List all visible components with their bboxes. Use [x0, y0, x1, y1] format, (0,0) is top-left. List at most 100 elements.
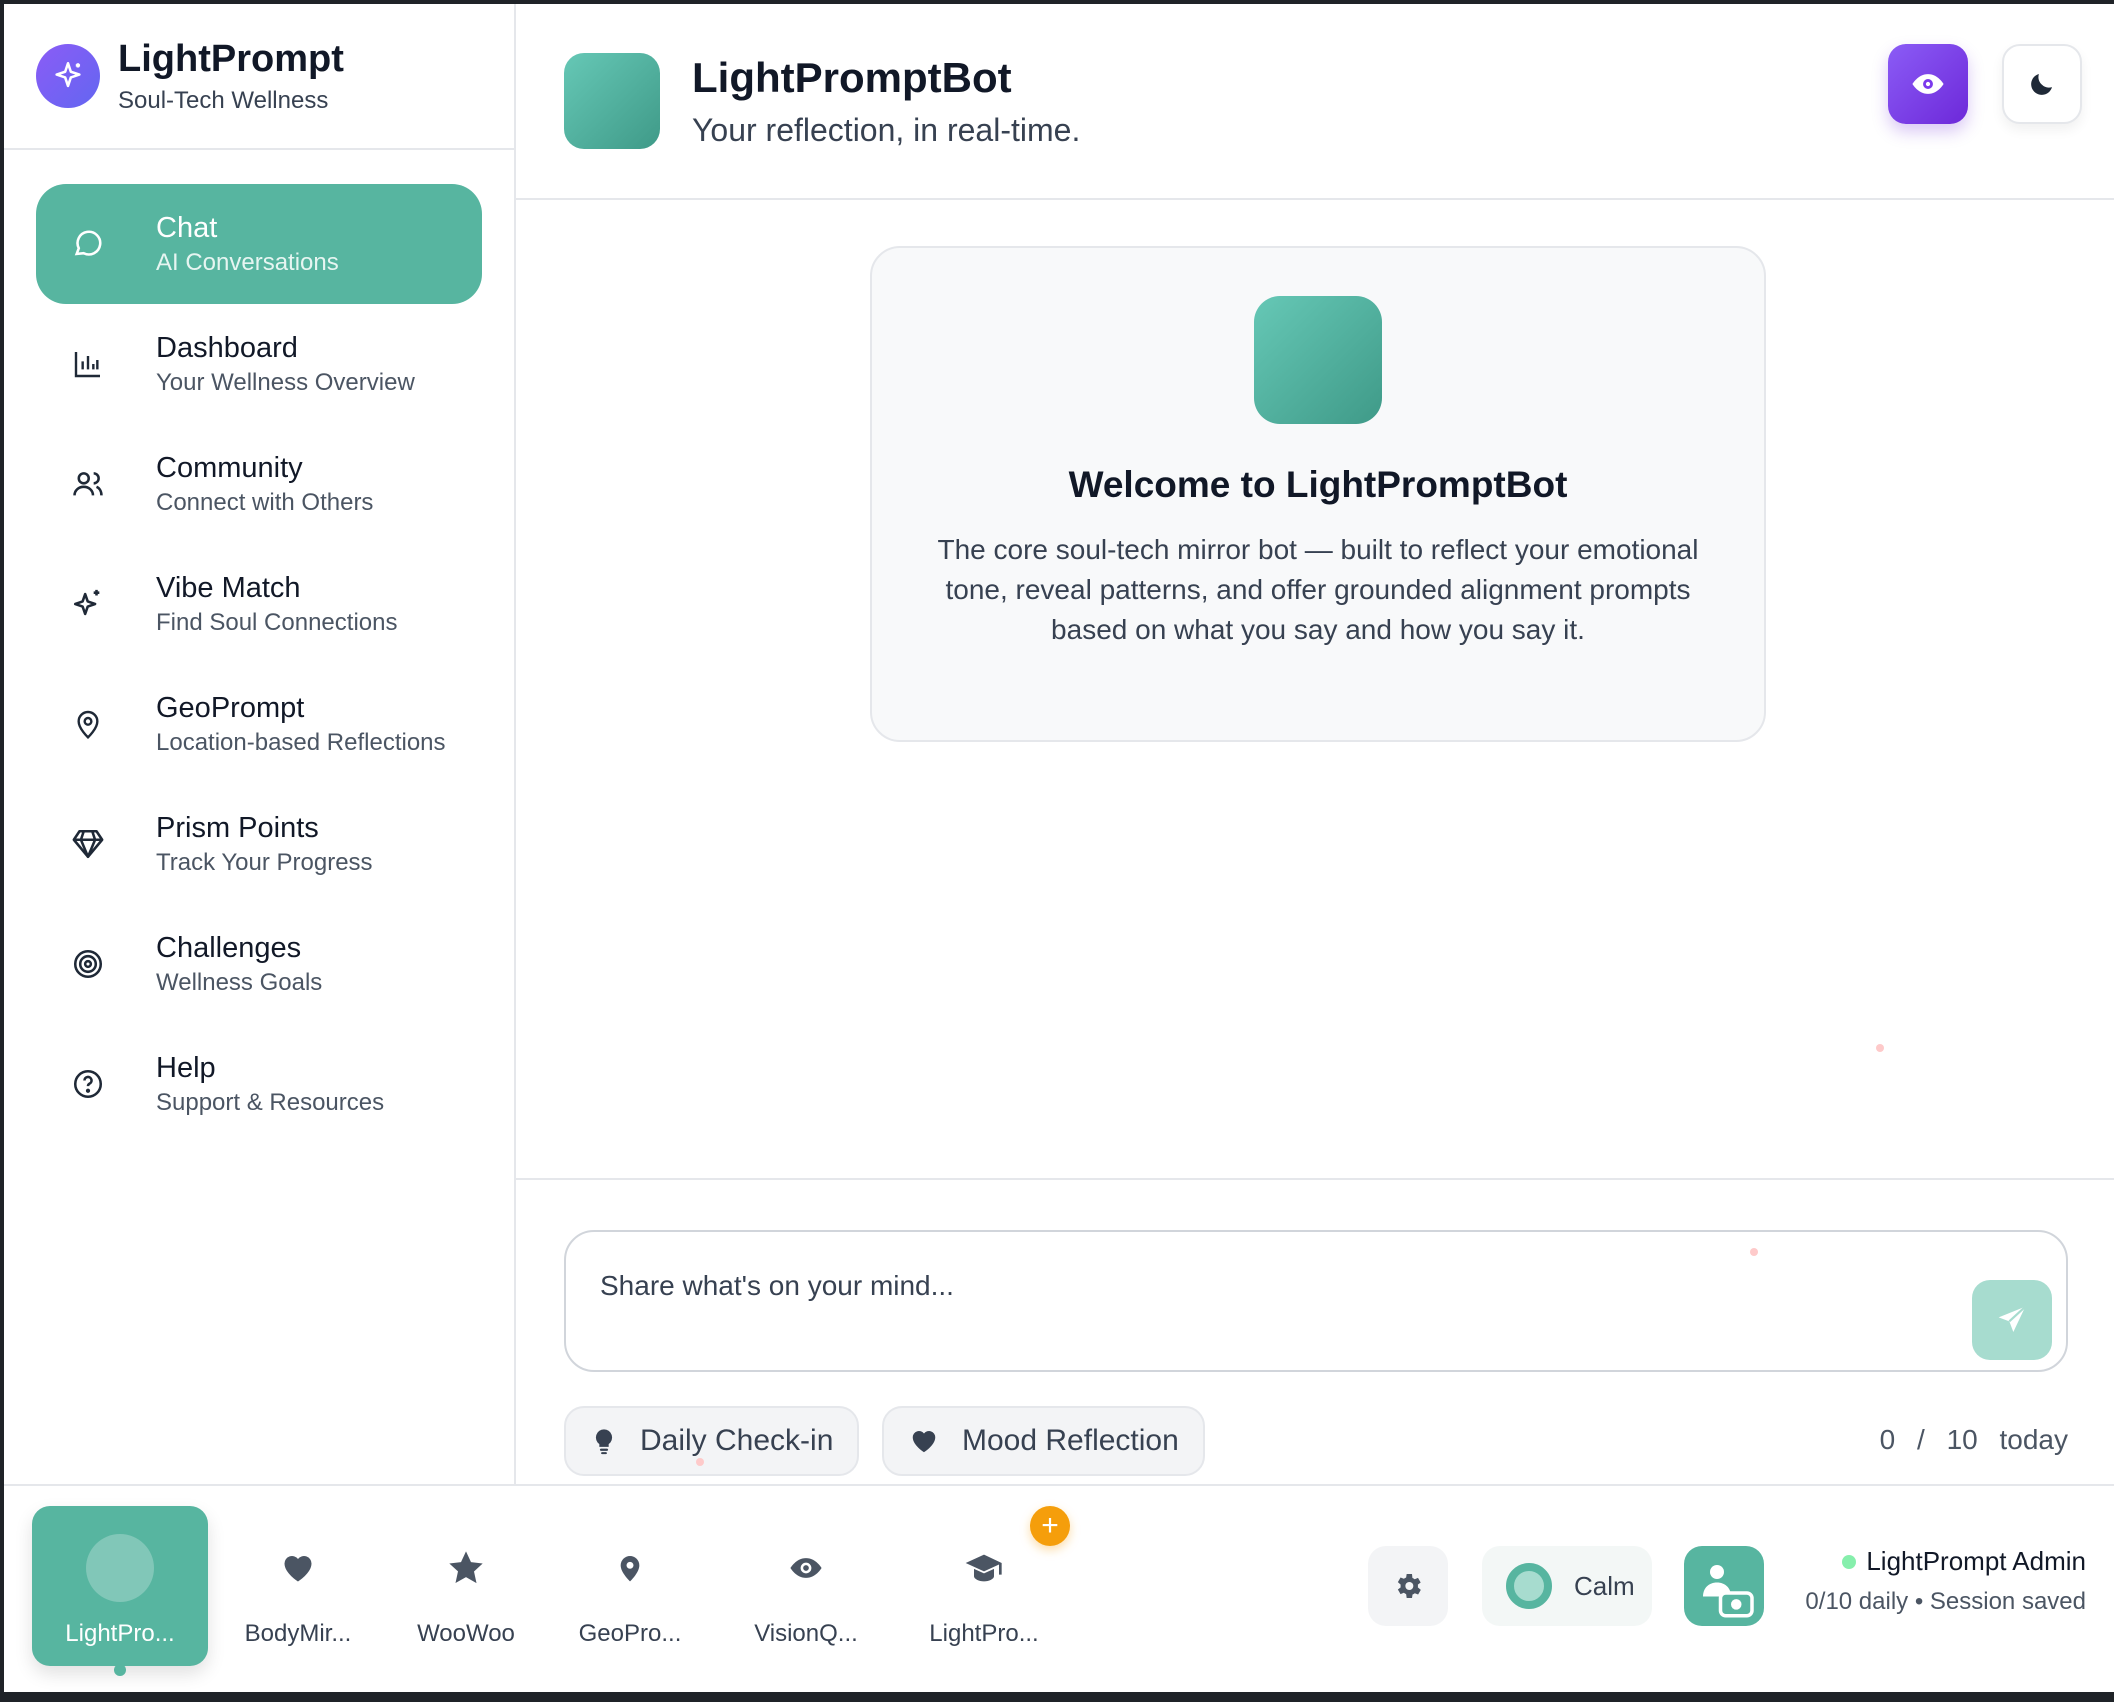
- mood-reflection-chip[interactable]: Mood Reflection: [882, 1406, 1205, 1476]
- heart-icon: [278, 1530, 318, 1606]
- gear-icon: [1397, 1574, 1421, 1598]
- message-input[interactable]: [600, 1270, 1900, 1302]
- sidebar-item-subtitle: Your Wellness Overview: [156, 369, 415, 396]
- chip-label: Mood Reflection: [962, 1424, 1179, 1457]
- sidebar-item-title: GeoPrompt: [156, 692, 305, 724]
- app-tile-label: BodyMir...: [244, 1620, 352, 1647]
- app-tile-lightprompt[interactable]: LightPro...: [32, 1506, 208, 1676]
- dark-mode-button[interactable]: [2002, 44, 2082, 124]
- sidebar-item-title: Chat: [156, 212, 218, 244]
- sidebar-item-vibe-match[interactable]: Vibe Match Find Soul Connections: [36, 544, 482, 664]
- sidebar-item-title: Community: [156, 452, 303, 484]
- composer-area: Daily Check-in Mood Reflection 0 / 10 to…: [516, 1178, 2114, 1484]
- sidebar-item-subtitle: Track Your Progress: [156, 849, 373, 876]
- vision-toggle-button[interactable]: [1888, 44, 1968, 124]
- chat-header: LightPromptBot Your reflection, in real-…: [516, 4, 2114, 200]
- sidebar-item-help[interactable]: Help Support & Resources: [36, 1024, 482, 1144]
- counter-used: 0: [1879, 1424, 1896, 1455]
- decorative-dot: [1876, 1044, 1884, 1052]
- target-icon: [60, 936, 116, 992]
- lightbulb-icon: [590, 1426, 618, 1456]
- brand-title: LightPrompt: [118, 38, 344, 80]
- bot-avatar: [564, 53, 660, 149]
- sidebar-item-title: Prism Points: [156, 812, 319, 844]
- sidebar-item-subtitle: Find Soul Connections: [156, 609, 398, 636]
- mood-label: Calm: [1574, 1570, 1635, 1601]
- counter-separator: /: [1917, 1424, 1925, 1455]
- sidebar-item-subtitle: Support & Resources: [156, 1089, 385, 1116]
- user-session-status: 0/10 daily • Session saved: [1805, 1588, 2086, 1615]
- user-name: LightPrompt Admin: [1842, 1546, 2086, 1577]
- app-window: LightPrompt Soul-Tech Wellness Chat AI C…: [4, 4, 2114, 1692]
- welcome-title: Welcome to LightPromptBot: [1068, 464, 1568, 505]
- counter-unit: today: [1999, 1424, 2069, 1455]
- user-camera-icon: [1703, 1565, 1754, 1618]
- app-tile-label: VisionQ...: [754, 1620, 858, 1647]
- diamond-icon: [60, 816, 116, 872]
- daily-message-counter: 0 / 10 today: [1880, 1424, 2068, 1456]
- sidebar-item-dashboard[interactable]: Dashboard Your Wellness Overview: [36, 304, 482, 424]
- users-icon: [60, 456, 116, 512]
- brand-header: LightPrompt Soul-Tech Wellness: [4, 4, 514, 150]
- sidebar-item-title: Challenges: [156, 932, 302, 964]
- chat-main: LightPromptBot Your reflection, in real-…: [516, 4, 2114, 1484]
- map-pin-icon: [614, 1530, 646, 1606]
- help-circle-icon: [60, 1056, 116, 1112]
- app-tile-woowoo[interactable]: WooWoo: [378, 1506, 554, 1666]
- sidebar-item-subtitle: Location-based Reflections: [156, 729, 446, 756]
- app-tile-geoprompt[interactable]: GeoPro...: [542, 1506, 718, 1666]
- active-indicator: [114, 1664, 126, 1676]
- sidebar-item-subtitle: AI Conversations: [156, 249, 339, 276]
- star-icon: [446, 1530, 486, 1606]
- online-status-dot: [1842, 1554, 1857, 1569]
- add-app-badge[interactable]: +: [1030, 1506, 1070, 1546]
- sidebar-item-chat[interactable]: Chat AI Conversations: [36, 184, 482, 304]
- mood-ring-icon: [1506, 1563, 1552, 1609]
- app-tile-label: GeoPro...: [578, 1620, 682, 1647]
- sidebar-item-subtitle: Connect with Others: [156, 489, 374, 516]
- sidebar-nav: Chat AI Conversations Dashboard Your Wel…: [4, 150, 514, 1144]
- heart-icon: [908, 1426, 940, 1456]
- sparkle-logo-icon: [36, 44, 100, 108]
- counter-limit: 10: [1946, 1424, 1978, 1455]
- sidebar: LightPrompt Soul-Tech Wellness Chat AI C…: [4, 4, 516, 1484]
- sidebar-item-title: Dashboard: [156, 332, 298, 364]
- welcome-card: Welcome to LightPromptBot The core soul-…: [870, 246, 1766, 742]
- sidebar-item-challenges[interactable]: Challenges Wellness Goals: [36, 904, 482, 1024]
- bot-tagline: Your reflection, in real-time.: [692, 111, 1081, 148]
- sidebar-item-community[interactable]: Community Connect with Others: [36, 424, 482, 544]
- eye-icon: [785, 1530, 827, 1606]
- map-pin-icon: [60, 696, 116, 752]
- sidebar-item-prism-points[interactable]: Prism Points Track Your Progress: [36, 784, 482, 904]
- sidebar-item-subtitle: Wellness Goals: [156, 969, 323, 996]
- moon-icon: [2031, 74, 2052, 95]
- user-name-text: LightPrompt Admin: [1866, 1546, 2086, 1576]
- send-button[interactable]: [1972, 1280, 2052, 1360]
- brand-subtitle: Soul-Tech Wellness: [118, 87, 329, 114]
- app-tile-label: WooWoo: [417, 1620, 515, 1647]
- bar-chart-icon: [60, 336, 116, 392]
- chip-label: Daily Check-in: [640, 1424, 834, 1457]
- chat-bubble-icon: [60, 216, 116, 272]
- graduation-cap-icon: [961, 1530, 1007, 1606]
- sidebar-item-title: Help: [156, 1052, 216, 1084]
- send-icon: [1998, 1305, 2027, 1332]
- app-tile-label: LightPro...: [65, 1620, 175, 1647]
- message-composer: [564, 1230, 2068, 1372]
- app-tile-bodymirror[interactable]: BodyMir...: [210, 1506, 386, 1666]
- sparkles-icon: [60, 576, 116, 632]
- sidebar-item-geoprompt[interactable]: GeoPrompt Location-based Reflections: [36, 664, 482, 784]
- mood-status-pill[interactable]: Calm: [1482, 1546, 1652, 1626]
- welcome-logo: [1254, 296, 1382, 424]
- sidebar-item-title: Vibe Match: [156, 572, 301, 604]
- settings-button[interactable]: [1368, 1546, 1448, 1626]
- welcome-text: The core soul-tech mirror bot — built to…: [937, 534, 1699, 645]
- bot-name: LightPromptBot: [692, 53, 1012, 101]
- circle-icon: [86, 1530, 154, 1606]
- eye-icon: [1912, 74, 1944, 94]
- app-tile-visionquest[interactable]: VisionQ...: [718, 1506, 894, 1666]
- user-avatar[interactable]: [1684, 1546, 1764, 1626]
- daily-check-in-chip[interactable]: Daily Check-in: [564, 1406, 860, 1476]
- decorative-dot: [696, 1458, 704, 1466]
- app-tile-label: LightPro...: [929, 1620, 1039, 1647]
